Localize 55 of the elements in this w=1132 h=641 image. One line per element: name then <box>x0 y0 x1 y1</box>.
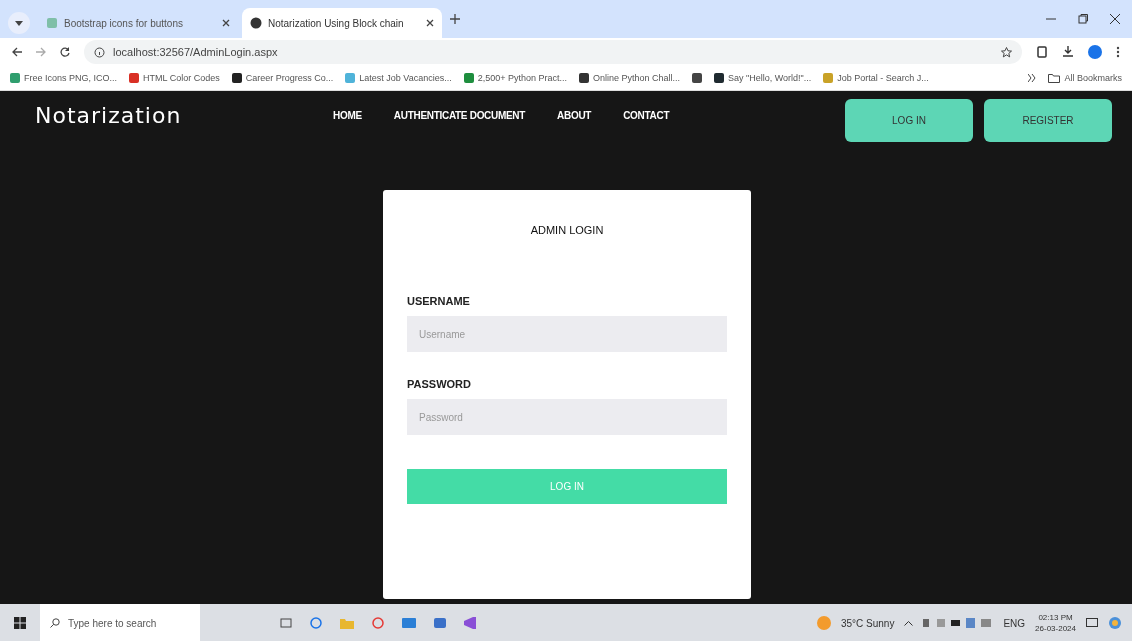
clock[interactable]: 02:13 PM 26-03-2024 <box>1035 612 1076 634</box>
restore-icon[interactable] <box>1078 14 1088 24</box>
windows-icon[interactable] <box>14 617 26 629</box>
close-icon[interactable] <box>1110 14 1120 24</box>
task-view-icon[interactable] <box>280 617 292 629</box>
more-icon[interactable] <box>1116 46 1120 58</box>
new-tab-icon[interactable] <box>450 14 460 24</box>
info-icon[interactable] <box>94 46 105 58</box>
notification-icon[interactable] <box>1086 617 1098 629</box>
bookmark[interactable]: Online Python Chall... <box>578 73 680 83</box>
folder-icon <box>1048 73 1061 83</box>
browser-tab[interactable]: Bootstrap icons for buttons <box>38 8 238 38</box>
close-icon[interactable] <box>426 19 434 27</box>
bookmark[interactable]: 2,500+ Python Pract... <box>463 73 567 83</box>
language-indicator[interactable]: ENG <box>1003 617 1026 629</box>
search-icon <box>50 618 60 628</box>
reload-icon[interactable] <box>60 47 70 57</box>
caret-icon <box>15 20 23 26</box>
download-icon[interactable] <box>1062 46 1074 58</box>
browser-tab[interactable]: Notarization Using Block chain <box>242 8 442 38</box>
bookmark[interactable]: Free Icons PNG, ICO... <box>10 73 118 83</box>
field-label: USERNAME <box>407 295 471 307</box>
bookmark[interactable] <box>692 73 702 83</box>
card-title: ADMIN LOGIN <box>529 224 605 236</box>
address-bar[interactable]: localhost:32567/AdminLogin.aspx <box>84 40 1022 64</box>
bookmark[interactable]: Latest Job Vacancies... <box>345 73 452 83</box>
sun-icon <box>816 616 831 630</box>
page-icon <box>46 17 58 29</box>
tab-search-button[interactable] <box>8 12 30 34</box>
bookmark[interactable]: HTML Color Codes <box>129 73 220 83</box>
extensions-icon[interactable] <box>1036 46 1048 58</box>
bookmark[interactable]: Career Progress Co... <box>231 73 334 83</box>
nav-link[interactable]: AUTHENTICATE DOCUMENT <box>393 109 526 121</box>
register-button[interactable]: REGISTER <box>984 98 1112 142</box>
all-bookmarks[interactable]: All Bookmarks <box>1048 73 1122 83</box>
profile-avatar[interactable] <box>1088 45 1102 59</box>
back-icon[interactable] <box>12 47 22 57</box>
app-icon[interactable] <box>434 617 446 629</box>
caret-icon[interactable] <box>904 620 914 626</box>
field-label: PASSWORD <box>407 378 472 390</box>
taskbar-search[interactable]: Type here to search <box>40 604 200 641</box>
star-icon[interactable] <box>1001 46 1012 58</box>
nav-link[interactable]: HOME <box>333 109 362 121</box>
password-field[interactable]: Password <box>407 399 727 435</box>
close-icon[interactable] <box>222 19 230 27</box>
nav-link[interactable]: CONTACT <box>623 109 670 121</box>
nav-link[interactable]: ABOUT <box>557 109 592 121</box>
chevron-icon[interactable] <box>1028 74 1037 82</box>
site-logo[interactable]: Notarization <box>35 102 333 128</box>
username-field[interactable]: Username <box>407 316 727 352</box>
weather-text[interactable]: 35°C Sunny <box>840 617 895 629</box>
bookmark[interactable]: Say "Hello, World!"... <box>714 73 812 83</box>
login-button[interactable]: LOG IN <box>845 98 973 142</box>
tray-icons-drawing[interactable] <box>923 617 994 629</box>
bookmark[interactable]: Job Portal - Search J... <box>823 73 929 83</box>
